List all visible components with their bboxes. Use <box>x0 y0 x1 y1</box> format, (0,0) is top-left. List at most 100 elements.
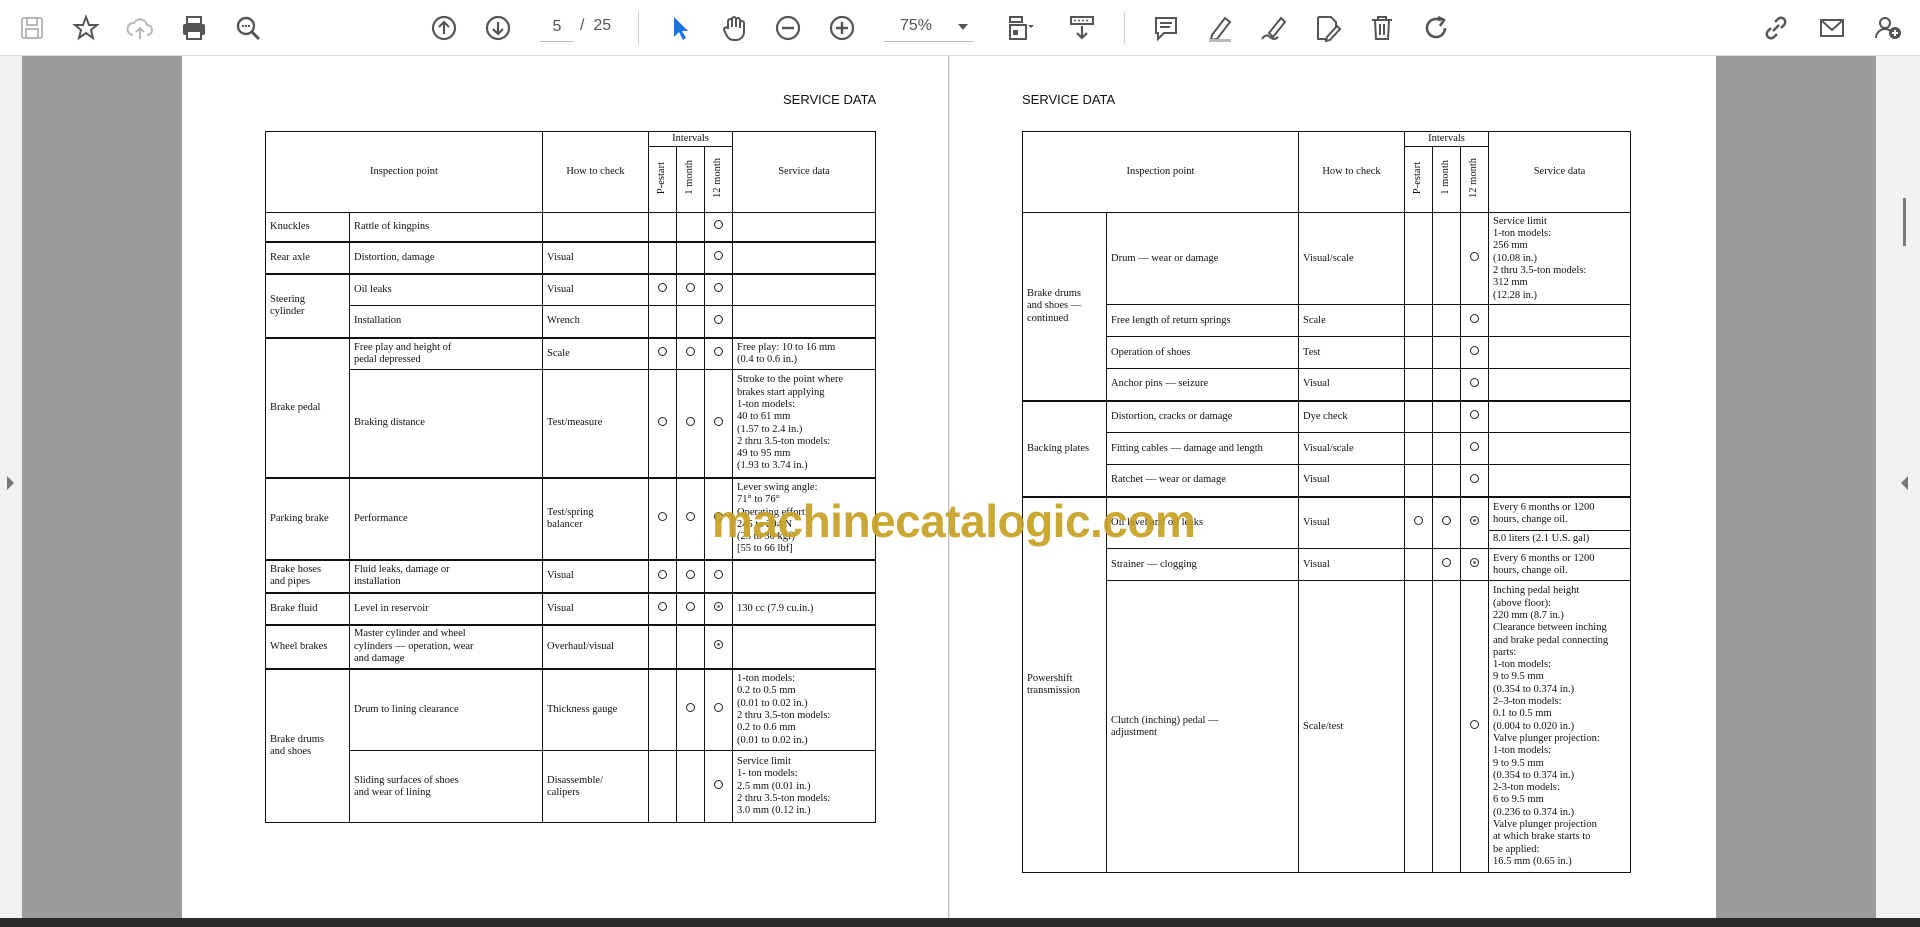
page-up-icon[interactable] <box>424 8 464 48</box>
inspection-point-cell: Fitting cables — damage and length <box>1105 432 1300 466</box>
interval-mark-cell <box>676 336 706 371</box>
how-to-check-cell: Disassemble/ calipers <box>542 750 650 824</box>
interval-mark-cell <box>704 667 734 752</box>
circle-mark-icon <box>714 703 724 713</box>
how-to-check-cell: Visual <box>542 272 650 307</box>
interval-mark-cell <box>1460 399 1490 434</box>
divider <box>1124 12 1125 44</box>
interval-mark-cell <box>704 623 734 670</box>
service-data-cell: Stroke to the point where brakes start a… <box>732 369 877 479</box>
circle-mark-icon <box>658 416 668 426</box>
bookmark-star-icon[interactable] <box>66 8 106 48</box>
print-icon[interactable] <box>174 8 214 48</box>
interval-mark-cell <box>1432 580 1462 874</box>
viewer-background <box>1716 56 1876 918</box>
draw-icon[interactable] <box>1254 8 1294 48</box>
interval-mark-cell <box>648 591 678 626</box>
circle-mark-icon <box>1470 314 1480 324</box>
interval-mark-cell <box>1404 212 1434 306</box>
zoom-out-icon[interactable] <box>768 8 808 48</box>
interval-mark-cell <box>1460 548 1490 582</box>
cloud-upload-icon[interactable] <box>120 8 160 48</box>
col-prestart: P-estart <box>1404 146 1434 214</box>
share-link-icon[interactable] <box>1756 8 1796 48</box>
table-row: Wheel brakes Master cylinder and wheel cy… <box>265 623 877 670</box>
how-to-check-cell: Wrench <box>542 305 650 339</box>
inspection-point-cell: Distortion, cracks or damage <box>1105 399 1300 434</box>
circle-mark-icon <box>658 512 668 522</box>
table-row: Brake pedal Free play and height of pedal… <box>265 336 877 479</box>
circle-mark-icon <box>1470 346 1480 356</box>
select-arrow-icon[interactable] <box>660 8 700 48</box>
edit-text-icon[interactable] <box>1308 8 1348 48</box>
interval-mark-cell <box>676 212 706 243</box>
group-cell: Brake drums and shoes <box>265 667 350 824</box>
hand-pan-icon[interactable] <box>714 8 754 48</box>
page-down-icon[interactable] <box>478 8 518 48</box>
how-to-check-cell: Visual/scale <box>1298 212 1406 306</box>
how-to-check-cell: Visual/scale <box>1298 432 1406 466</box>
watermark: machinecatalogic.com <box>712 495 1196 547</box>
inspection-point-cell: Free length of return springs <box>1105 304 1300 338</box>
highlight-pen-icon[interactable] <box>1200 8 1240 48</box>
service-data-cell: Free play: 10 to 16 mm (0.4 to 0.6 in.) <box>732 336 877 371</box>
group-cell: Steering cylinder <box>265 272 350 339</box>
save-icon[interactable] <box>12 8 52 48</box>
table-row: Strainer — clogging Visual Every 6 months … <box>1023 548 1632 582</box>
table-row: Fitting cables — damage and length Visual… <box>1023 432 1632 466</box>
next-page-arrow-icon[interactable] <box>1901 476 1908 490</box>
zoom-in-icon[interactable] <box>822 8 862 48</box>
table-row: Rear axle Distortion, damage Visual <box>265 240 877 275</box>
col-intervals: Intervals <box>1404 130 1490 148</box>
page-number-input[interactable] <box>540 12 574 42</box>
chevron-down-icon <box>958 24 968 30</box>
service-data-cell: Inching pedal height (above floor): 220 … <box>1488 580 1632 874</box>
interval-mark-cell <box>1460 580 1490 874</box>
service-data-cell: 130 cc (7.9 cu.in.) <box>732 591 877 626</box>
how-to-check-cell: Visual <box>1298 548 1406 582</box>
right-gutter <box>1876 56 1920 918</box>
table-row: Brake fluid Level in reservoir Visual 130 c… <box>265 591 877 626</box>
interval-mark-cell <box>1432 304 1462 338</box>
interval-mark-cell <box>676 667 706 752</box>
how-to-check-cell <box>542 212 650 243</box>
table-row: Anchor pins — seizure Visual <box>1023 368 1632 402</box>
interval-mark-cell <box>648 667 678 752</box>
interval-mark-cell <box>1432 464 1462 498</box>
circle-mark-icon <box>714 416 724 426</box>
interval-mark-cell <box>1432 336 1462 370</box>
zoom-search-icon[interactable] <box>228 8 268 48</box>
prev-page-arrow-icon[interactable] <box>7 476 14 490</box>
circle-mark-icon <box>658 569 668 579</box>
document-viewer[interactable]: SERVICE DATA Inspection point How to chec… <box>0 56 1920 918</box>
scrollbar-thumb[interactable] <box>1903 198 1906 246</box>
interval-mark-cell <box>704 212 734 243</box>
fit-page-icon[interactable] <box>1000 8 1040 48</box>
service-data-cell <box>1488 432 1632 466</box>
table-row: Brake drums and shoes Drum to lining clea… <box>265 667 877 824</box>
interval-mark-cell <box>648 336 678 371</box>
comment-icon[interactable] <box>1146 8 1186 48</box>
inspection-point-cell: Anchor pins — seizure <box>1105 368 1300 402</box>
email-icon[interactable] <box>1812 8 1852 48</box>
table-row: Ratchet — wear or damage Visual <box>1023 464 1632 498</box>
interval-mark-cell <box>1404 548 1434 582</box>
redo-icon[interactable] <box>1416 8 1456 48</box>
interval-mark-cell <box>704 272 734 307</box>
how-to-check-cell: Visual <box>1298 464 1406 498</box>
service-data-cell <box>1488 336 1632 370</box>
table-row: Free length of return springs Scale <box>1023 304 1632 338</box>
table-row: Operation of shoes Test <box>1023 336 1632 370</box>
circle-mark-icon <box>686 512 696 522</box>
service-data-cell <box>732 623 877 670</box>
group-cell: Parking brake <box>265 476 350 561</box>
delete-icon[interactable] <box>1362 8 1402 48</box>
service-data-cell <box>732 240 877 275</box>
add-user-icon[interactable] <box>1868 8 1908 48</box>
how-to-check-cell: Visual <box>542 558 650 594</box>
interval-mark-cell <box>1460 495 1490 550</box>
col-1-month: 1 month <box>676 146 706 214</box>
scroll-mode-icon[interactable] <box>1062 8 1102 48</box>
zoom-select[interactable]: 75% <box>884 12 974 42</box>
circle-mark-icon <box>1442 558 1452 568</box>
